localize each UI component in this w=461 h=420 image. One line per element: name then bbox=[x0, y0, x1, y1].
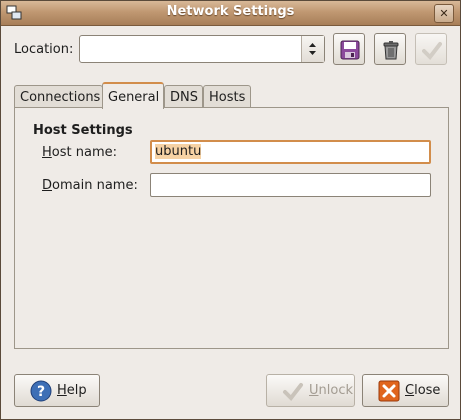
help-icon: ? bbox=[30, 380, 52, 406]
host-name-field[interactable]: ubuntu bbox=[150, 140, 431, 164]
close-button-label: Close bbox=[405, 383, 440, 398]
tab-connections-label: Connections bbox=[20, 90, 101, 105]
floppy-disk-icon bbox=[340, 40, 360, 60]
apply-location-button[interactable] bbox=[415, 33, 447, 65]
save-location-button[interactable] bbox=[333, 33, 365, 65]
delete-location-button[interactable] bbox=[374, 33, 406, 65]
tab-hosts-label: Hosts bbox=[209, 90, 246, 105]
host-name-label: Host name: bbox=[42, 145, 117, 160]
tab-dns-label: DNS bbox=[170, 90, 198, 105]
network-settings-window: Network Settings ✕ Location: Connections… bbox=[0, 0, 461, 420]
unlock-button[interactable]: Unlock bbox=[266, 374, 355, 407]
up-down-arrows-icon bbox=[309, 43, 316, 55]
location-combo[interactable] bbox=[79, 35, 325, 63]
close-icon bbox=[378, 380, 400, 406]
close-button[interactable]: Close bbox=[362, 374, 449, 407]
tab-general[interactable]: General bbox=[102, 82, 164, 109]
host-settings-heading: Host Settings bbox=[33, 123, 133, 138]
close-mnemonic: C bbox=[405, 383, 415, 398]
help-button[interactable]: ? Help bbox=[14, 374, 100, 407]
location-label: Location: bbox=[14, 42, 74, 57]
title-bar[interactable]: Network Settings ✕ bbox=[1, 1, 460, 26]
tab-general-label: General bbox=[108, 90, 160, 105]
window-title: Network Settings bbox=[166, 4, 295, 19]
location-dropdown-button[interactable] bbox=[301, 36, 324, 62]
unlock-mnemonic: U bbox=[309, 383, 319, 398]
trash-can-icon bbox=[383, 41, 399, 60]
host-name-label-text: ost name: bbox=[51, 145, 117, 160]
domain-name-label: Domain name: bbox=[42, 178, 138, 193]
unlock-label-text: nlock bbox=[318, 383, 353, 398]
domain-name-mnemonic: D bbox=[42, 178, 53, 193]
help-mnemonic: H bbox=[57, 383, 67, 398]
tab-connections[interactable]: Connections bbox=[14, 85, 103, 108]
window-close-icon[interactable]: ✕ bbox=[434, 4, 454, 23]
host-name-value: ubuntu bbox=[155, 144, 202, 159]
tab-dns[interactable]: DNS bbox=[164, 85, 203, 108]
domain-name-field[interactable] bbox=[150, 173, 431, 197]
svg-text:?: ? bbox=[37, 384, 45, 400]
unlock-check-icon bbox=[282, 380, 304, 406]
host-name-mnemonic: H bbox=[42, 145, 52, 160]
domain-name-label-text: omain name: bbox=[52, 178, 138, 193]
help-button-label: Help bbox=[57, 383, 87, 398]
checkmark-icon bbox=[422, 42, 442, 60]
tab-hosts[interactable]: Hosts bbox=[203, 85, 251, 108]
close-label-text: lose bbox=[414, 383, 441, 398]
help-label-text: elp bbox=[66, 383, 87, 398]
unlock-button-label: Unlock bbox=[309, 383, 353, 398]
